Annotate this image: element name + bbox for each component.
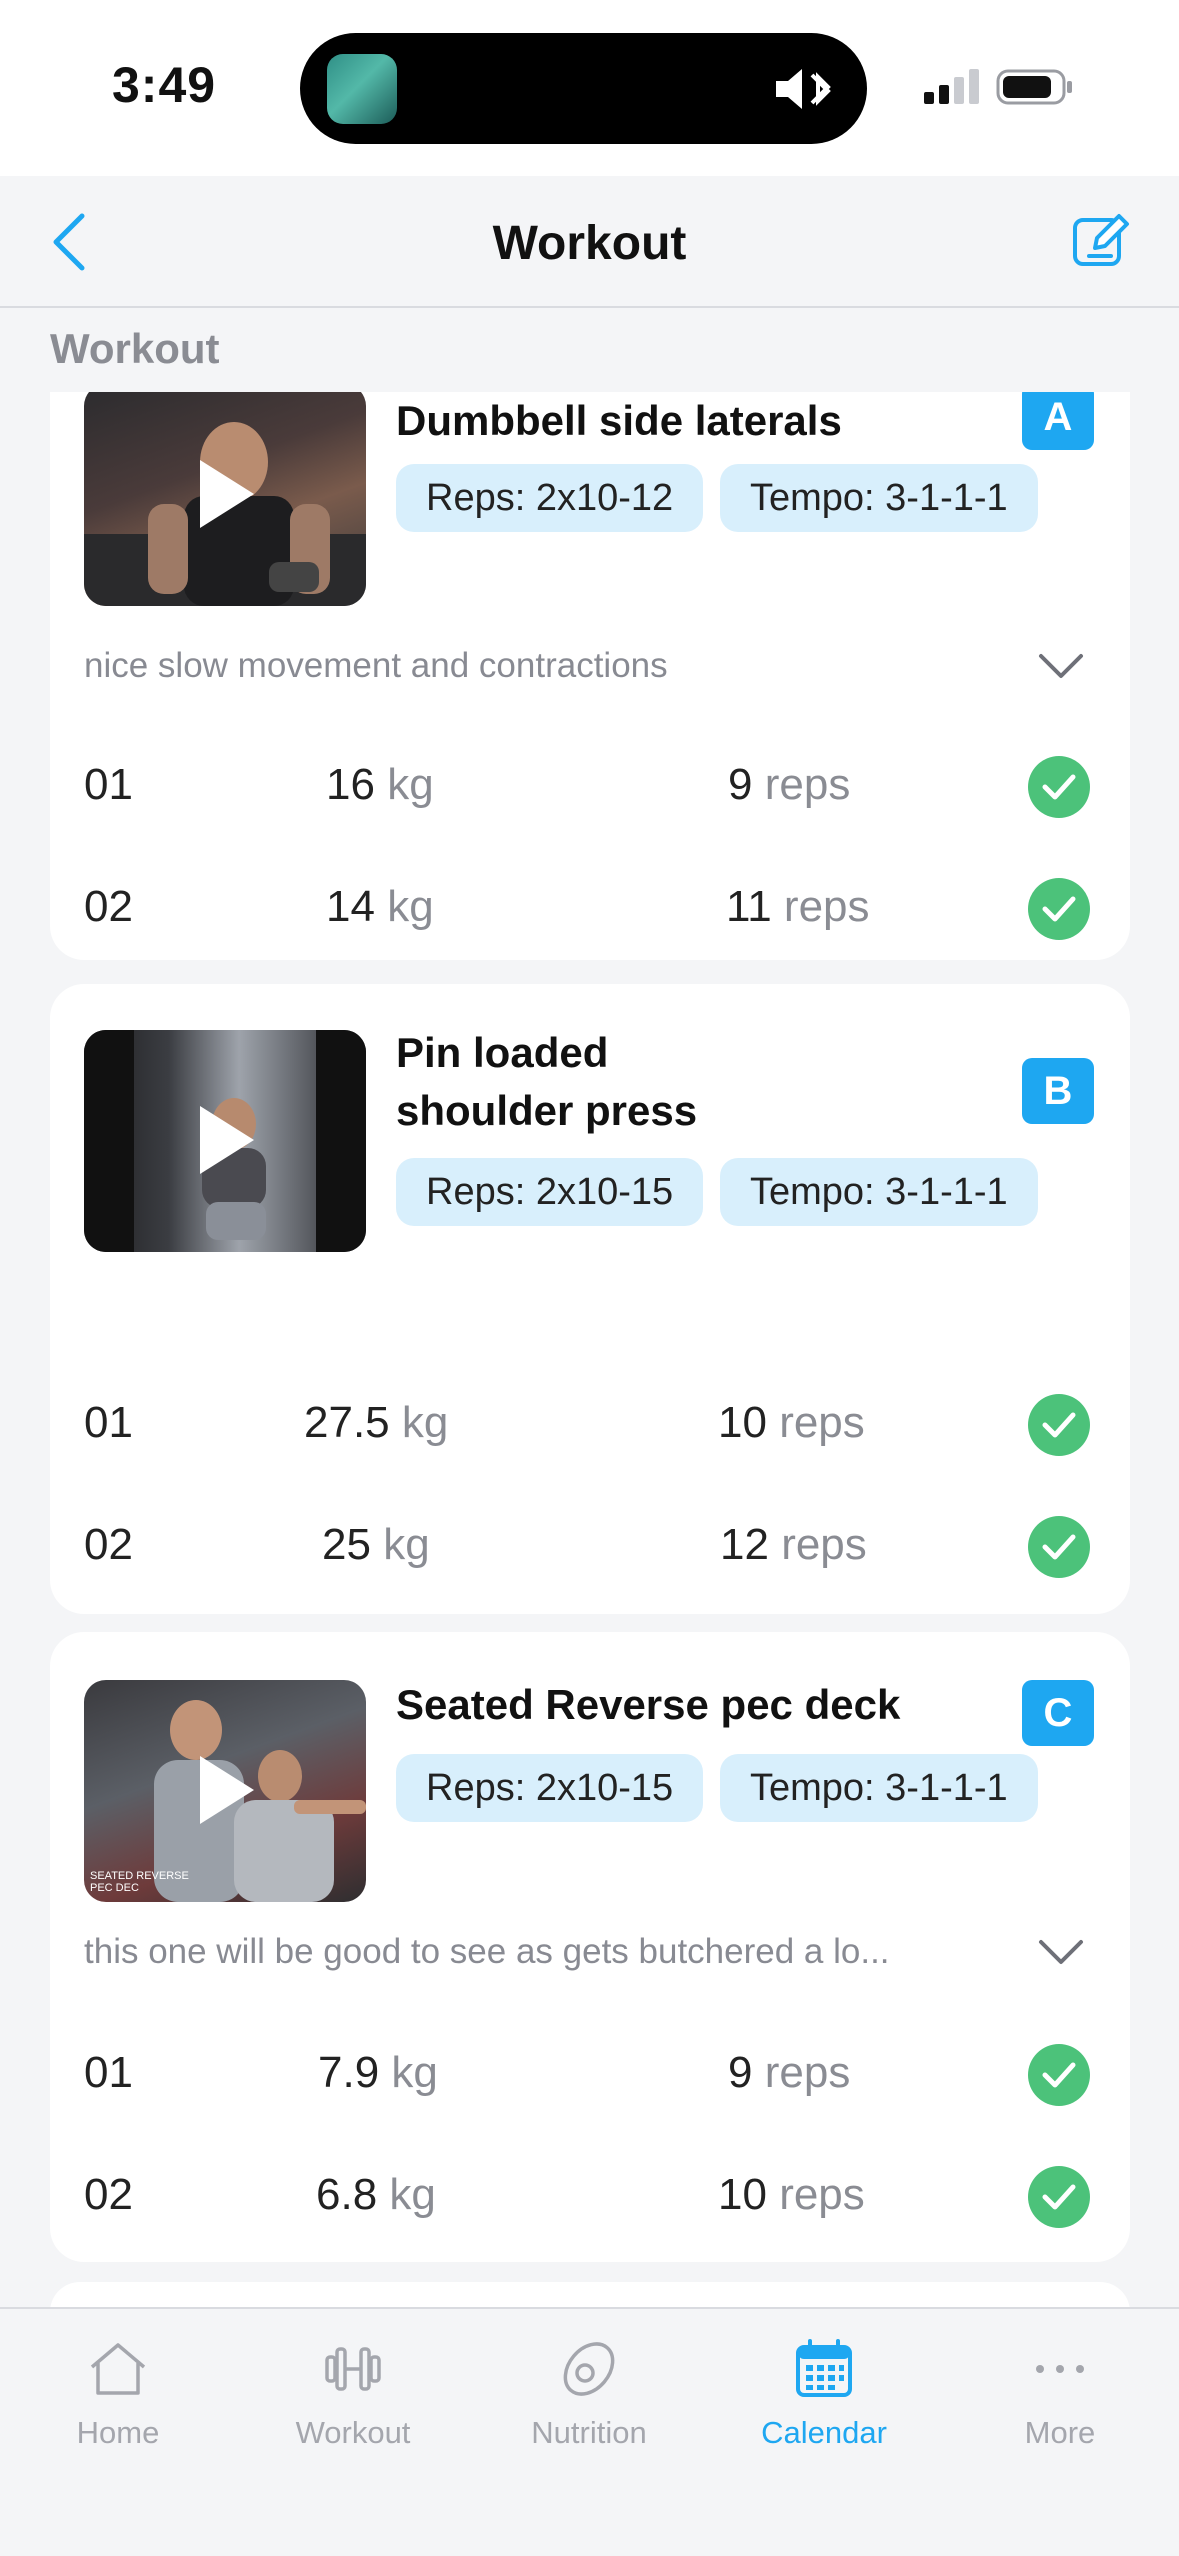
set-number: 02 [84,1520,133,1569]
thumbnail-caption: SEATED REVERSE PEC DEC [90,1870,189,1894]
home-icon [90,2343,146,2395]
exercise-letter-badge: A [1022,392,1094,450]
exercise-title: Pin loaded shoulder press [396,1029,698,1134]
tab-bar: Home Workout Nutrition Calendar More [0,2307,1179,2556]
set-row[interactable]: 02 25 kg 12 reps [50,1508,1130,1588]
set-complete-check-icon[interactable] [1028,2044,1090,2106]
tab-home[interactable]: Home [18,2337,218,2451]
exercise-video-thumbnail[interactable] [84,1030,366,1252]
play-icon [200,460,254,528]
set-complete-check-icon[interactable] [1028,1516,1090,1578]
edit-icon[interactable] [1071,210,1131,270]
set-complete-check-icon[interactable] [1028,878,1090,940]
dynamic-island[interactable] [300,33,867,144]
exercise-letter-badge: C [1022,1680,1094,1746]
set-reps[interactable]: 11 reps [726,882,870,932]
set-weight[interactable]: 6.8 kg [316,2170,436,2220]
set-number: 01 [84,1398,133,1447]
set-row[interactable]: 01 27.5 kg 10 reps [50,1386,1130,1466]
set-number: 02 [84,882,133,931]
reps-pill: Reps: 2x10-15 [396,1754,704,1822]
exercise-card[interactable]: Dumbbell side laterals A Reps: 2x10-12 T… [50,392,1130,960]
set-row[interactable]: 01 16 kg 9 reps [50,748,1130,828]
status-bar: 3:49 [0,0,1179,176]
exercise-video-thumbnail[interactable] [84,392,366,606]
battery-icon [996,69,1072,105]
set-complete-check-icon[interactable] [1028,756,1090,818]
tab-label: Workout [295,2415,411,2450]
now-playing-artwork [327,54,397,124]
exercise-card[interactable] [50,2282,1130,2307]
page-title: Workout [492,217,687,270]
reps-pill: Reps: 2x10-12 [396,464,704,532]
tab-workout[interactable]: Workout [253,2337,453,2451]
exercise-letter-badge: B [1022,1058,1094,1124]
set-row[interactable]: 02 14 kg 11 reps [50,870,1130,950]
set-number: 02 [84,2170,133,2219]
exercise-note: nice slow movement and contractions [84,646,668,685]
set-complete-check-icon[interactable] [1028,2166,1090,2228]
status-time: 3:49 [112,57,217,113]
set-weight[interactable]: 27.5 kg [304,1398,448,1448]
section-label: Workout [50,325,220,372]
dumbbell-icon [325,2347,381,2391]
exercise-card[interactable]: SEATED REVERSE PEC DEC Seated Reverse pe… [50,1632,1130,2262]
tab-label: Calendar [761,2415,887,2450]
set-reps[interactable]: 10 reps [718,2170,865,2220]
chevron-down-icon[interactable] [1038,652,1084,680]
chevron-down-icon[interactable] [1038,1938,1084,1966]
tab-calendar[interactable]: Calendar [724,2337,924,2451]
set-number: 01 [84,2048,133,2097]
set-weight[interactable]: 16 kg [326,760,434,810]
exercise-title: Seated Reverse pec deck [396,1681,901,1728]
tab-more[interactable]: More [960,2337,1160,2451]
tab-label: Nutrition [531,2415,647,2450]
tempo-pill: Tempo: 3-1-1-1 [720,1158,1038,1226]
play-icon [200,1756,254,1824]
exercise-card[interactable]: Pin loaded shoulder press B Reps: 2x10-1… [50,984,1130,1614]
set-reps[interactable]: 12 reps [720,1520,867,1570]
exercise-video-thumbnail[interactable]: SEATED REVERSE PEC DEC [84,1680,366,1902]
set-reps[interactable]: 10 reps [718,1398,865,1448]
set-number: 01 [84,760,133,809]
avocado-icon [563,2342,615,2396]
set-row[interactable]: 01 7.9 kg 9 reps [50,2036,1130,2116]
set-complete-check-icon[interactable] [1028,1394,1090,1456]
exercise-note: this one will be good to see as gets but… [84,1932,890,1971]
workout-exercise-list[interactable]: Dumbbell side laterals A Reps: 2x10-12 T… [0,392,1179,2307]
set-row[interactable]: 02 6.8 kg 10 reps [50,2158,1130,2238]
signal-icon [924,69,979,104]
set-reps[interactable]: 9 reps [728,2048,850,2098]
more-icon [1036,2365,1084,2373]
tempo-pill: Tempo: 3-1-1-1 [720,464,1038,532]
tab-label: More [1024,2415,1096,2450]
set-weight[interactable]: 7.9 kg [318,2048,438,2098]
exercise-title: Dumbbell side laterals [396,397,842,444]
set-weight[interactable]: 25 kg [322,1520,430,1570]
play-icon [200,1106,254,1174]
set-weight[interactable]: 14 kg [326,882,434,932]
navigation-bar: Workout [0,176,1179,308]
tempo-pill: Tempo: 3-1-1-1 [720,1754,1038,1822]
reps-pill: Reps: 2x10-15 [396,1158,704,1226]
set-reps[interactable]: 9 reps [728,760,850,810]
speaker-mute-icon [776,69,831,109]
tab-nutrition[interactable]: Nutrition [489,2337,689,2451]
tab-label: Home [76,2415,160,2450]
calendar-icon [796,2339,852,2397]
